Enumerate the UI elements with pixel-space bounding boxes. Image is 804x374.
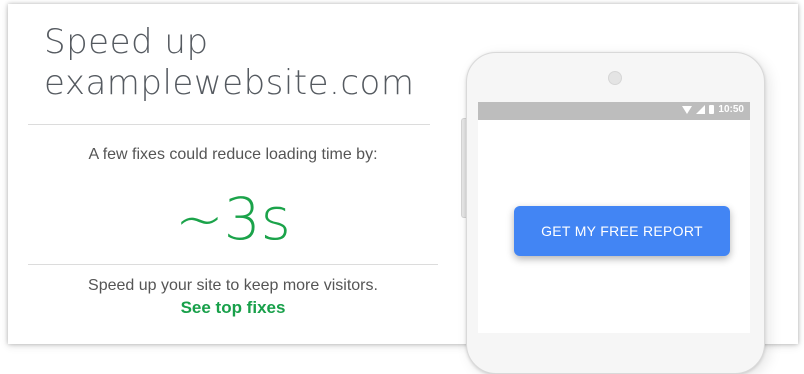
title-line-1: Speed up	[44, 22, 209, 62]
phone-status-bar: 10:50	[478, 102, 750, 120]
battery-icon	[709, 105, 715, 114]
cta-text: Speed up your site to keep more visitors…	[88, 277, 378, 294]
divider-bottom	[28, 264, 438, 265]
savings-value: ~3s	[175, 185, 291, 253]
camera-icon	[608, 71, 622, 85]
see-top-fixes-link[interactable]: See top fixes	[28, 298, 438, 318]
status-time: 10:50	[718, 104, 744, 115]
title-line-2: examplewebsite.com	[44, 63, 415, 103]
intro-text: A few fixes could reduce loading time by…	[88, 146, 378, 163]
divider-top	[28, 124, 430, 125]
wifi-icon	[682, 105, 693, 114]
signal-icon	[696, 105, 706, 114]
page-title: Speed up examplewebsite.com	[44, 22, 444, 104]
get-free-report-button[interactable]: GET MY FREE REPORT	[514, 206, 730, 256]
